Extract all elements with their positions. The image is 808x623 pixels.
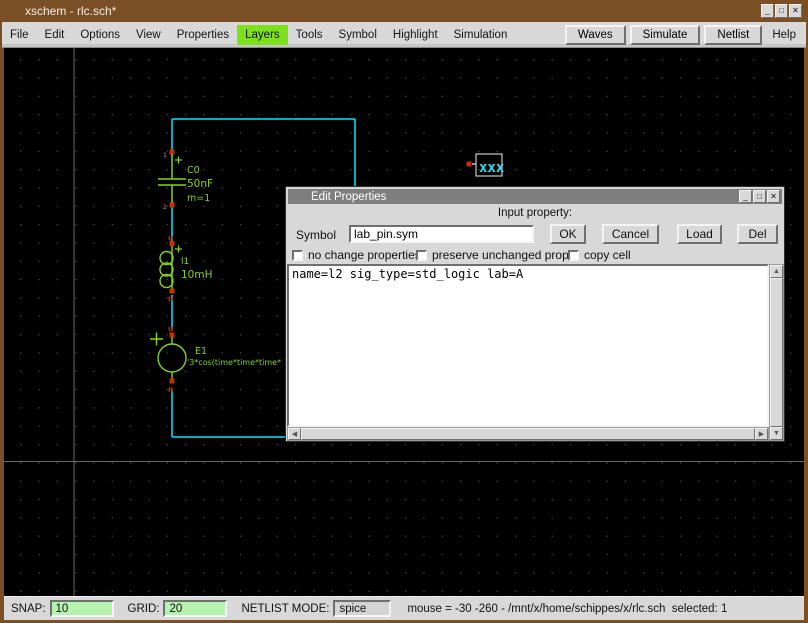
pin-square bbox=[170, 150, 175, 155]
pin-number: 2 bbox=[163, 203, 167, 211]
maximize-button[interactable]: □ bbox=[775, 4, 788, 18]
pin-name: u bbox=[168, 325, 173, 334]
menu-edit[interactable]: Edit bbox=[37, 25, 73, 45]
menu-tools[interactable]: Tools bbox=[288, 25, 331, 45]
menu-options[interactable]: Options bbox=[72, 25, 128, 45]
pin-square bbox=[170, 289, 175, 294]
close-button[interactable]: ✕ bbox=[789, 4, 802, 18]
component-value: '3*cos(time*time*time* bbox=[187, 358, 281, 367]
maximize-icon: □ bbox=[779, 7, 784, 15]
component-name: l1 bbox=[181, 257, 189, 267]
horizontal-scrollbar[interactable]: ◀ ▶ bbox=[287, 427, 769, 441]
scroll-up-button[interactable]: ▲ bbox=[770, 265, 783, 278]
statusbar: SNAP: 10 GRID: 20 NETLIST MODE: spice mo… bbox=[4, 596, 804, 620]
vertical-scrollbar-thumb[interactable] bbox=[770, 278, 783, 427]
checkbox-icon[interactable] bbox=[416, 250, 427, 261]
input-property-label: Input property: bbox=[286, 207, 784, 219]
checkbox-icon[interactable] bbox=[292, 250, 303, 261]
arrow-down-icon: ▼ bbox=[773, 430, 780, 437]
menu-file[interactable]: File bbox=[2, 25, 37, 45]
del-button[interactable]: Del bbox=[737, 224, 778, 244]
minimize-icon: _ bbox=[765, 7, 769, 15]
pin-square bbox=[467, 162, 472, 167]
grid-field[interactable]: 20 bbox=[163, 600, 227, 617]
preserve-unchanged-props-checkbox[interactable]: preserve unchanged props bbox=[416, 248, 575, 262]
checkbox-label: no change properties bbox=[308, 248, 421, 262]
no-change-properties-checkbox[interactable]: no change properties bbox=[292, 248, 421, 262]
scroll-right-button[interactable]: ▶ bbox=[755, 428, 768, 440]
minimize-icon: _ bbox=[743, 193, 747, 201]
cancel-button[interactable]: Cancel bbox=[602, 224, 659, 244]
component-name: C0 bbox=[187, 165, 200, 176]
menu-highlight[interactable]: Highlight bbox=[385, 25, 446, 45]
netlist-button[interactable]: Netlist bbox=[704, 25, 762, 45]
component-mult: m=1 bbox=[187, 193, 210, 204]
vertical-scrollbar[interactable]: ▲ ▼ bbox=[769, 264, 784, 441]
dialog-titlebar[interactable]: Edit Properties _ □ ✕ bbox=[288, 189, 782, 204]
pin-name: u bbox=[168, 234, 173, 243]
menu-help[interactable]: Help bbox=[764, 25, 806, 45]
horizontal-scrollbar-thumb[interactable] bbox=[301, 428, 755, 440]
arrow-right-icon: ▶ bbox=[759, 431, 764, 438]
copy-cell-checkbox[interactable]: copy cell bbox=[568, 248, 631, 262]
checkbox-label: preserve unchanged props bbox=[432, 248, 575, 262]
checkbox-label: copy cell bbox=[584, 248, 631, 262]
menu-layers[interactable]: Layers bbox=[237, 25, 288, 45]
scroll-left-button[interactable]: ◀ bbox=[288, 428, 301, 440]
dialog-controls: _ □ ✕ bbox=[739, 190, 780, 203]
netlist-mode-label: NETLIST MODE: bbox=[241, 603, 329, 615]
close-icon: ✕ bbox=[792, 7, 799, 15]
pin-name: n bbox=[168, 294, 173, 303]
menu-simulation[interactable]: Simulation bbox=[446, 25, 516, 45]
pin-name: n bbox=[168, 385, 173, 394]
pin-square bbox=[170, 379, 175, 384]
simulate-button[interactable]: Simulate bbox=[630, 25, 701, 45]
window-controls: _ □ ✕ bbox=[761, 4, 802, 18]
grid-label: GRID: bbox=[128, 603, 160, 615]
load-button[interactable]: Load bbox=[677, 224, 722, 244]
maximize-icon: □ bbox=[757, 193, 762, 201]
dialog-maximize-button[interactable]: □ bbox=[753, 190, 766, 203]
net-label-text: xxx bbox=[479, 160, 505, 176]
window-titlebar[interactable]: xschem - rlc.sch* _ □ ✕ bbox=[0, 0, 808, 22]
ok-button[interactable]: OK bbox=[550, 224, 586, 244]
menu-view[interactable]: View bbox=[128, 25, 169, 45]
waves-button[interactable]: Waves bbox=[565, 25, 626, 45]
menu-symbol[interactable]: Symbol bbox=[331, 25, 385, 45]
edit-properties-dialog: Edit Properties _ □ ✕ Input property: Sy… bbox=[285, 186, 785, 442]
component-value: 50nF bbox=[187, 178, 213, 190]
mouse-status-text: mouse = -30 -260 - /mnt/x/home/schippes/… bbox=[407, 603, 727, 615]
netlist-mode-field[interactable]: spice bbox=[333, 600, 391, 617]
xschem-window: xschem - rlc.sch* _ □ ✕ File Edit Option… bbox=[0, 0, 808, 623]
menubar: File Edit Options View Properties Layers… bbox=[2, 22, 806, 48]
pin-square bbox=[170, 203, 175, 208]
snap-field[interactable]: 10 bbox=[50, 600, 114, 617]
component-value: 10mH bbox=[181, 269, 213, 281]
snap-label: SNAP: bbox=[11, 603, 46, 615]
arrow-left-icon: ◀ bbox=[292, 431, 297, 438]
dialog-close-button[interactable]: ✕ bbox=[767, 190, 780, 203]
window-title: xschem - rlc.sch* bbox=[25, 4, 116, 18]
menu-properties[interactable]: Properties bbox=[169, 25, 237, 45]
symbol-input[interactable] bbox=[349, 225, 534, 243]
minimize-button[interactable]: _ bbox=[761, 4, 774, 18]
symbol-label: Symbol bbox=[296, 228, 336, 242]
close-icon: ✕ bbox=[770, 193, 777, 201]
arrow-up-icon: ▲ bbox=[773, 268, 780, 275]
component-name: E1 bbox=[195, 346, 207, 357]
dialog-title: Edit Properties bbox=[311, 191, 386, 203]
pin-number: 1 bbox=[163, 151, 167, 159]
dialog-minimize-button[interactable]: _ bbox=[739, 190, 752, 203]
checkbox-icon[interactable] bbox=[568, 250, 579, 261]
property-textarea[interactable]: name=l2 sig_type=std_logic lab=A bbox=[287, 264, 769, 427]
scroll-down-button[interactable]: ▼ bbox=[770, 427, 783, 440]
